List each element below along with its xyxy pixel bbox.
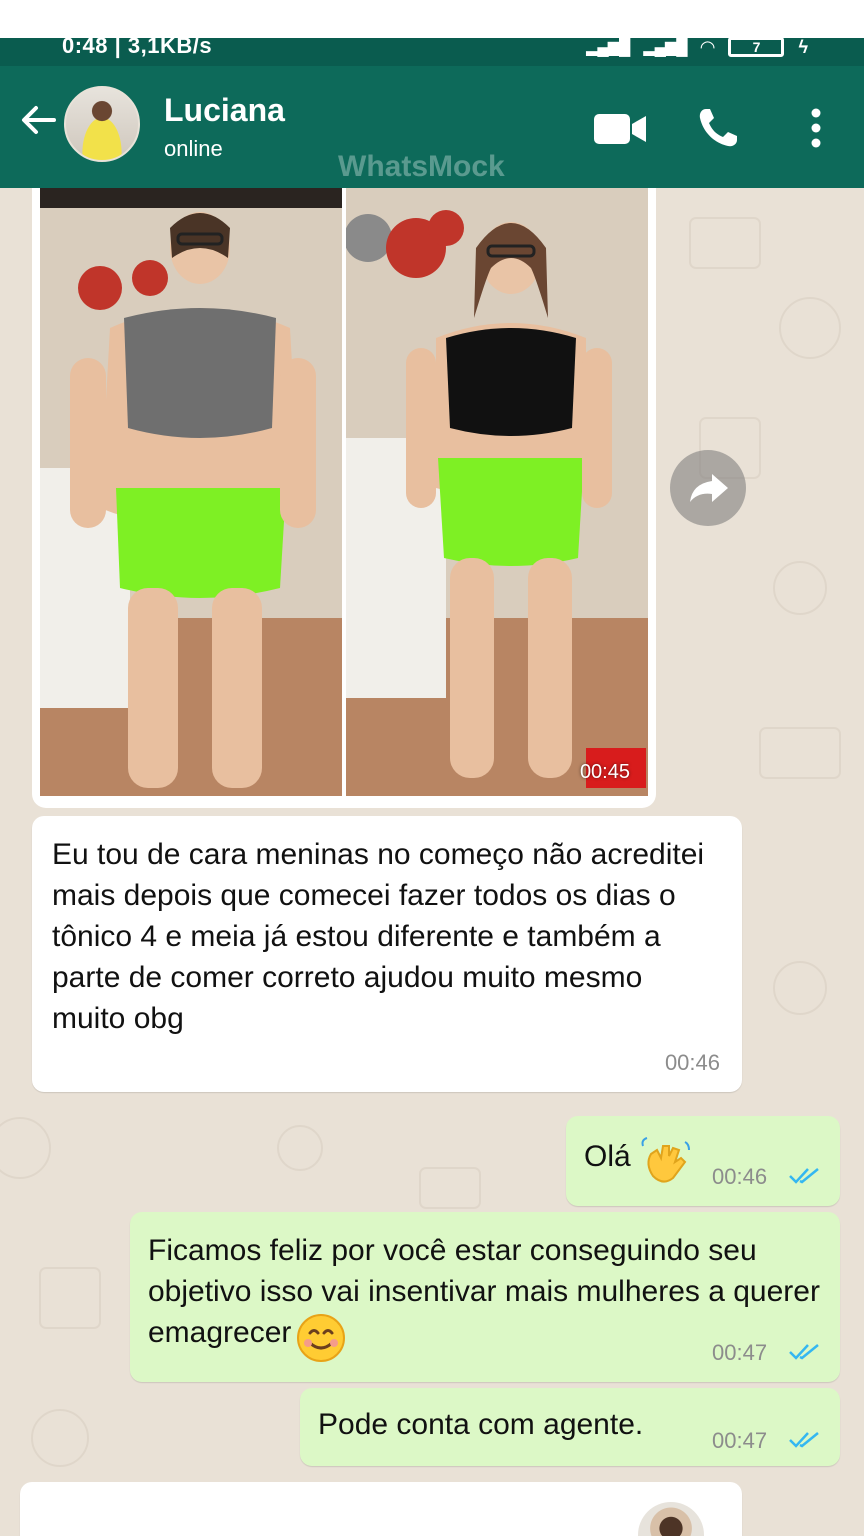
outgoing-message-bubble[interactable]: Ficamos feliz por você estar conseguindo… (130, 1212, 840, 1382)
image-message-bubble[interactable]: 00:45 (32, 188, 656, 808)
message-text: Ficamos feliz por você estar conseguindo… (148, 1234, 820, 1349)
signal-icon-2: ▂▄▆█ (643, 39, 687, 56)
read-receipt-icon (789, 1432, 819, 1448)
message-timestamp: 00:47 (712, 1428, 768, 1453)
phone-icon[interactable] (696, 106, 740, 150)
message-timestamp: 00:46 (712, 1164, 768, 1189)
read-receipt-icon (789, 1168, 819, 1184)
top-white-strip (0, 0, 864, 38)
incoming-message-bubble[interactable]: Eu tou de cara meninas no começo não acr… (32, 816, 742, 1092)
message-text: Eu tou de cara meninas no começo não acr… (52, 838, 705, 1035)
signal-icon: ▂▄▆█ (586, 39, 630, 56)
more-vert-icon[interactable] (806, 106, 826, 150)
forward-icon (690, 474, 728, 502)
message-timestamp: 00:47 (712, 1340, 768, 1365)
message-text: Olá (584, 1140, 631, 1174)
contact-card-avatar (638, 1502, 704, 1536)
video-call-icon[interactable] (594, 112, 648, 146)
back-arrow-icon[interactable] (18, 100, 58, 140)
after-photo[interactable] (346, 188, 648, 796)
before-photo-image (40, 188, 342, 796)
charging-icon: ϟ (798, 38, 808, 57)
status-bar: 0:48 | 3,1KB/s ▂▄▆█ ▂▄▆█ ◠ 7 ϟ (0, 38, 864, 66)
before-photo[interactable] (40, 188, 342, 796)
message-timestamp: 00:46 (664, 1050, 720, 1075)
status-speed: 0:48 | 3,1KB/s (62, 38, 213, 58)
contact-name[interactable]: Luciana (164, 92, 285, 129)
read-receipt-icon (789, 1344, 819, 1360)
contact-avatar[interactable] (64, 86, 140, 162)
wifi-icon: ◠ (700, 38, 715, 57)
incoming-message-bubble-partial[interactable] (20, 1482, 742, 1536)
after-photo-image (346, 188, 648, 796)
image-timestamp: 00:45 (579, 761, 630, 783)
outgoing-message-bubble[interactable]: Olá 00:46 (566, 1116, 840, 1206)
battery-icon: 7 (728, 38, 785, 57)
chat-area[interactable]: 00:45 Eu tou de cara meninas no começo n… (0, 188, 864, 1536)
forward-button[interactable] (670, 450, 746, 526)
waving-hand-icon (641, 1137, 691, 1183)
smiling-face-icon (296, 1313, 345, 1362)
chat-header: Luciana online WhatsMock (0, 66, 864, 188)
status-icons: ▂▄▆█ ▂▄▆█ ◠ 7 ϟ (586, 38, 808, 58)
contact-status: online (164, 136, 223, 161)
outgoing-message-bubble[interactable]: Pode conta com agente. 00:47 (300, 1388, 840, 1466)
watermark: WhatsMock (338, 150, 505, 183)
